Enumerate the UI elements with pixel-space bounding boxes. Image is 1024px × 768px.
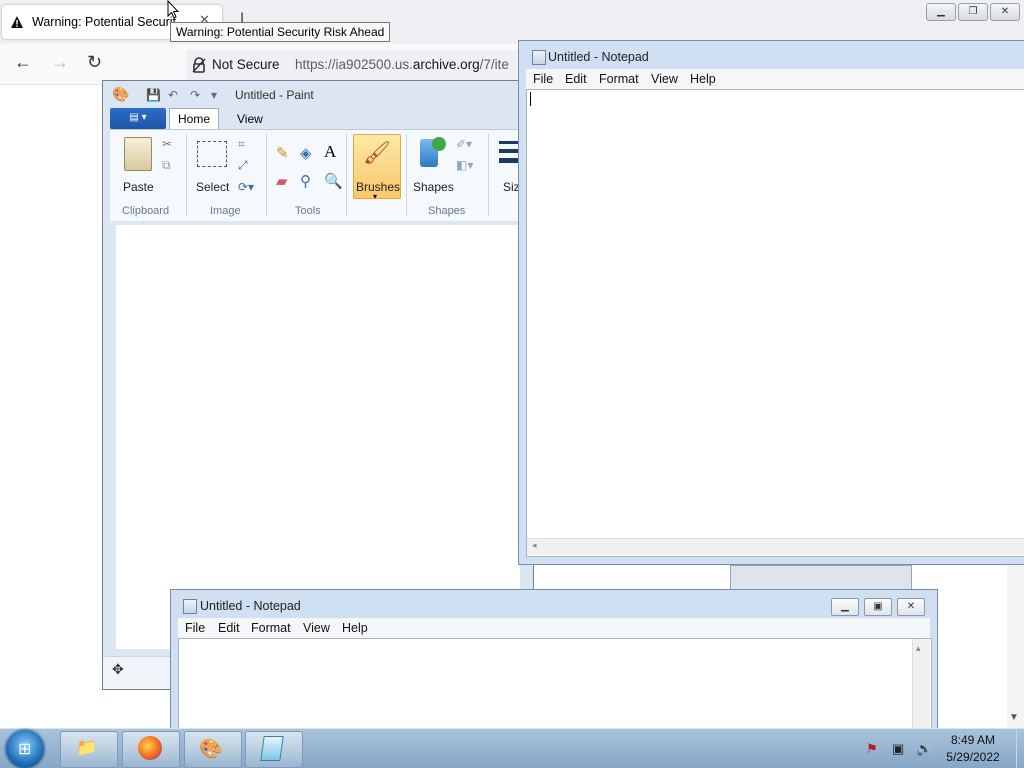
save-icon[interactable]: 💾 [146, 88, 161, 102]
scroll-down-icon[interactable]: ▼ [1009, 712, 1019, 723]
group-label-clipboard: Clipboard [122, 205, 170, 217]
browser-minimize-button[interactable]: ▁ [926, 3, 956, 21]
pencil-icon[interactable]: ✎ [276, 144, 289, 162]
windows-logo-icon: ⊞ [18, 741, 32, 758]
notepad-secondary-title: Untitled - Notepad [200, 599, 301, 613]
clock-time[interactable]: 8:49 AM [936, 733, 1010, 747]
firefox-icon [138, 736, 162, 760]
notepad-main-textarea[interactable] [526, 89, 1024, 557]
hidden-window-edge [730, 565, 912, 590]
url-text[interactable]: https://ia902500.us.archive.org/7/ite [295, 57, 509, 72]
paint-canvas[interactable] [116, 225, 520, 649]
shapes-button[interactable]: Shapes [413, 180, 454, 194]
paint-icon: 🎨 [199, 739, 223, 760]
paint-title: Untitled - Paint [235, 88, 314, 102]
outline-icon[interactable]: ✐▾ [456, 137, 472, 151]
group-label-tools: Tools [295, 205, 321, 217]
brushes-label: Brushes [356, 180, 401, 194]
cut-icon[interactable]: ✂ [162, 137, 172, 151]
size-icon[interactable] [499, 141, 519, 144]
menu-edit[interactable]: Edit [218, 621, 240, 635]
notepad-icon [183, 599, 197, 614]
group-separator [266, 134, 267, 216]
menu-help[interactable]: Help [690, 72, 716, 86]
chevron-down-icon: ▾ [373, 192, 378, 201]
back-arrow-icon[interactable]: ← [14, 52, 32, 73]
reload-icon[interactable]: ↻ [87, 52, 102, 73]
menu-edit[interactable]: Edit [565, 72, 587, 86]
browser-tab-title: Warning: Potential Securit [32, 15, 177, 29]
crop-icon[interactable]: ⌗ [238, 137, 245, 152]
magnifier-icon[interactable]: 🔍 [324, 172, 343, 190]
menu-file[interactable]: File [185, 621, 205, 635]
menu-view[interactable]: View [303, 621, 330, 635]
url-host-domain: archive.org [412, 57, 480, 72]
tab-home[interactable]: Home [169, 108, 219, 130]
group-label-image: Image [210, 205, 241, 217]
tab-view[interactable]: View [237, 112, 263, 126]
paste-button[interactable]: Paste [123, 180, 154, 194]
url-host-prefix: https://ia902500.us. [295, 57, 413, 72]
url-path: /7/ite [479, 57, 509, 72]
color-picker-icon[interactable]: ⚲ [300, 172, 311, 190]
menu-file[interactable]: File [533, 72, 553, 86]
redo-icon[interactable]: ↷ [190, 88, 200, 102]
select-button[interactable]: Select [196, 180, 229, 194]
notepad-icon [260, 736, 284, 761]
paint-menu-button[interactable]: ▤ ▾ [110, 108, 166, 129]
show-desktop-button[interactable] [1016, 729, 1024, 768]
paint-app-icon: 🎨 [112, 86, 130, 102]
scroll-up-icon[interactable]: ▴ [916, 643, 921, 654]
copy-icon[interactable]: ⧉ [162, 158, 171, 173]
horizontal-scrollbar[interactable] [527, 538, 1024, 555]
group-label-shapes: Shapes [428, 205, 466, 217]
select-icon[interactable] [197, 141, 227, 167]
clipboard-icon[interactable] [124, 137, 152, 171]
undo-icon[interactable]: ↶ [168, 88, 178, 102]
menu-format[interactable]: Format [251, 621, 291, 635]
rotate-icon[interactable]: ⟳▾ [238, 180, 254, 194]
tab-tooltip: Warning: Potential Security Risk Ahead [170, 22, 391, 42]
notepad-main-title: Untitled - Notepad [548, 50, 649, 64]
fill-icon[interactable]: ◈ [300, 144, 312, 162]
lock-slash-icon[interactable] [192, 57, 206, 73]
forward-arrow-icon[interactable]: → [51, 52, 69, 73]
brush-icon: 🖌 [363, 140, 391, 165]
group-separator [346, 134, 347, 216]
maximize-button[interactable]: ▣ [864, 598, 892, 616]
minimize-button[interactable]: ▁ [831, 598, 859, 616]
size-icon-line [499, 158, 519, 163]
volume-icon[interactable]: 🔊 [916, 741, 932, 757]
eraser-icon[interactable]: ▰ [276, 172, 288, 190]
menu-view[interactable]: View [651, 72, 678, 86]
browser-close-button[interactable]: ✕ [990, 3, 1020, 21]
explorer-icon: 📁 [76, 738, 98, 757]
size-icon-line [499, 149, 519, 153]
group-separator [488, 134, 489, 216]
customize-qat-icon[interactable]: ▾ [211, 88, 217, 102]
resize-icon[interactable]: ⤢ [238, 158, 248, 173]
not-secure-label[interactable]: Not Secure [212, 57, 280, 72]
warning-icon [11, 16, 23, 28]
close-button[interactable]: ✕ [897, 598, 925, 616]
browser-restore-button[interactable]: ❐ [958, 3, 988, 21]
group-separator [186, 134, 187, 216]
network-icon[interactable]: ▣ [892, 741, 904, 757]
notepad-icon [532, 50, 546, 65]
mouse-cursor-icon [167, 0, 179, 19]
group-separator [406, 134, 407, 216]
fill-shape-icon[interactable]: ◧▾ [456, 158, 473, 172]
text-tool-icon[interactable]: A [324, 142, 336, 162]
vertical-scrollbar[interactable] [912, 639, 930, 729]
menu-help[interactable]: Help [342, 621, 368, 635]
scroll-left-icon[interactable]: ◂ [532, 540, 537, 551]
move-cursor-icon: ✥ [112, 661, 124, 677]
shapes-icon-circle [432, 137, 446, 151]
menu-format[interactable]: Format [599, 72, 639, 86]
notepad-secondary-textarea[interactable] [178, 638, 932, 732]
text-caret [530, 92, 531, 106]
network-error-icon[interactable]: ⚑ [866, 741, 878, 757]
clock-date[interactable]: 5/29/2022 [936, 750, 1010, 764]
